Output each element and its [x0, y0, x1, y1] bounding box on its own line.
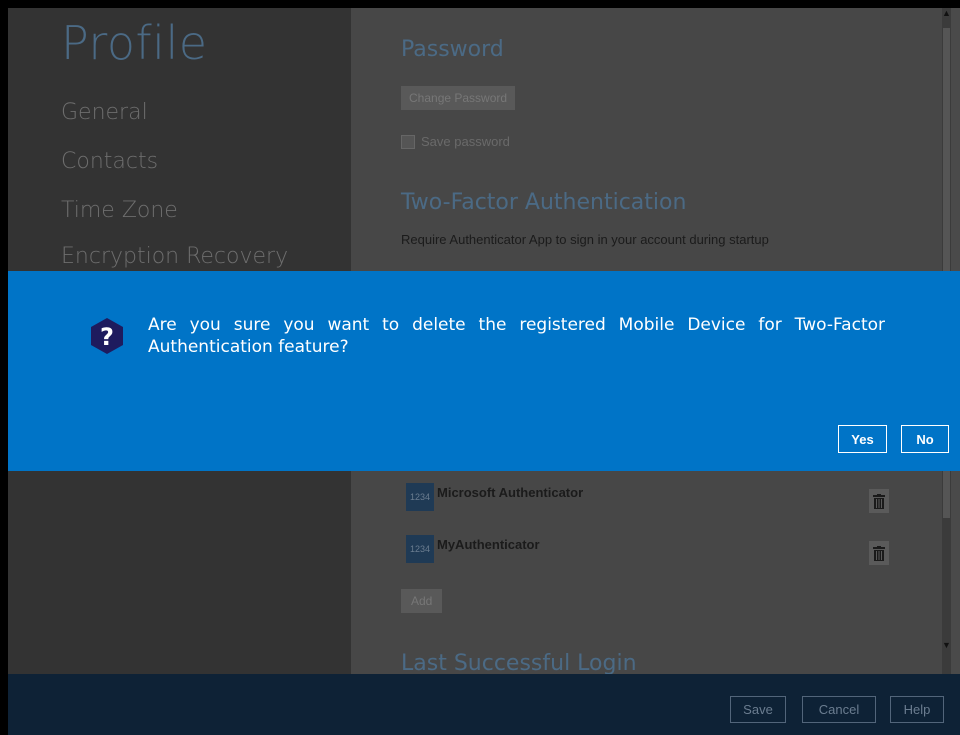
tfa-description: Require Authenticator App to sign in you…	[401, 232, 769, 247]
chevron-up-icon[interactable]: ▲	[942, 8, 951, 18]
trash-icon[interactable]	[869, 489, 889, 513]
svg-text:?: ?	[100, 323, 114, 351]
save-password-label: Save password	[421, 134, 510, 149]
sidebar-item-encryption-recovery[interactable]: Encryption Recovery	[61, 244, 288, 269]
confirm-dialog: ? Are you sure you want to delete the re…	[8, 271, 960, 471]
list-item: 1234 Microsoft Authenticator	[406, 483, 583, 511]
help-button[interactable]: Help	[890, 696, 944, 723]
save-password-row: Save password	[401, 134, 510, 149]
list-item: 1234 MyAuthenticator	[406, 535, 540, 563]
save-button[interactable]: Save	[730, 696, 786, 723]
footer-bar: Save Cancel Help	[8, 674, 960, 735]
no-button[interactable]: No	[901, 425, 949, 453]
authenticator-badge: 1234	[406, 535, 434, 563]
password-heading: Password	[401, 37, 504, 62]
authenticator-name: Microsoft Authenticator	[437, 485, 584, 500]
yes-button[interactable]: Yes	[838, 425, 887, 453]
last-login-heading: Last Successful Login	[401, 651, 637, 676]
page-title: Profile	[61, 16, 208, 70]
sidebar-item-contacts[interactable]: Contacts	[61, 149, 158, 174]
sidebar-item-general[interactable]: General	[61, 100, 148, 125]
trash-icon[interactable]	[869, 541, 889, 565]
tfa-heading: Two-Factor Authentication	[401, 190, 687, 215]
sidebar-item-time-zone[interactable]: Time Zone	[61, 198, 178, 223]
dialog-message: Are you sure you want to delete the regi…	[148, 315, 885, 357]
authenticator-name: MyAuthenticator	[437, 537, 540, 552]
authenticator-badge: 1234	[406, 483, 434, 511]
cancel-button[interactable]: Cancel	[802, 696, 876, 723]
save-password-checkbox[interactable]	[401, 134, 415, 149]
chevron-down-icon[interactable]: ▼	[942, 640, 951, 650]
add-button[interactable]: Add	[401, 589, 443, 613]
question-icon: ?	[90, 317, 124, 355]
change-password-button[interactable]: Change Password	[401, 86, 516, 110]
